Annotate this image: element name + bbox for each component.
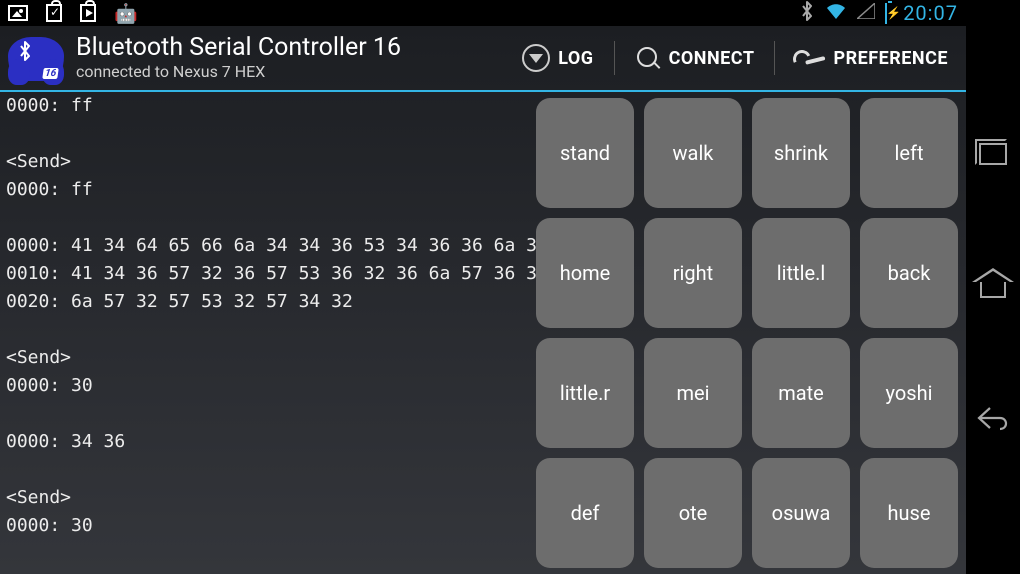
pad-button-yoshi[interactable]: yoshi	[860, 338, 958, 448]
pad-button-ote[interactable]: ote	[644, 458, 742, 568]
connect-action[interactable]: CONNECT	[629, 45, 761, 71]
preference-action[interactable]: PREFERENCE	[789, 48, 954, 69]
battery-charging-icon: ⚡	[885, 4, 887, 23]
button-pad: standwalkshrinkleft homerightlittle.lback…	[536, 92, 966, 574]
pad-button-little-l[interactable]: little.l	[752, 218, 850, 328]
log-output[interactable]: 0000: ff <Send> 0000: ff 0000: 41 34 64 …	[0, 92, 536, 574]
status-bar[interactable]: 🤖 ⚡ 20:07	[0, 0, 966, 26]
bluetooth-status-icon	[799, 1, 815, 25]
android-debug-icon: 🤖	[114, 4, 138, 23]
cell-signal-icon	[857, 3, 875, 23]
recent-apps-button[interactable]	[979, 143, 1007, 165]
wrench-icon	[795, 49, 825, 67]
pad-button-def[interactable]: def	[536, 458, 634, 568]
divider	[614, 41, 615, 75]
play-store-icon	[80, 4, 96, 22]
pad-button-home[interactable]: home	[536, 218, 634, 328]
system-nav-bar	[966, 0, 1020, 574]
store-updates-icon	[46, 4, 62, 22]
dropdown-icon	[522, 44, 550, 72]
pad-button-huse[interactable]: huse	[860, 458, 958, 568]
clock: 20:07	[903, 1, 958, 25]
pad-button-mei[interactable]: mei	[644, 338, 742, 448]
log-label: LOG	[558, 48, 593, 69]
log-action[interactable]: LOG	[516, 44, 599, 72]
app-title: Bluetooth Serial Controller 16	[76, 34, 401, 63]
app-icon[interactable]: 16	[8, 35, 64, 81]
action-bar: 16 Bluetooth Serial Controller 16 connec…	[0, 26, 966, 92]
pad-button-shrink[interactable]: shrink	[752, 98, 850, 208]
search-icon	[635, 45, 661, 71]
home-button[interactable]	[972, 270, 1014, 300]
pad-button-osuwa[interactable]: osuwa	[752, 458, 850, 568]
pad-button-back[interactable]: back	[860, 218, 958, 328]
pad-button-stand[interactable]: stand	[536, 98, 634, 208]
pad-button-left[interactable]: left	[860, 98, 958, 208]
gallery-notification-icon	[8, 5, 28, 21]
preference-label: PREFERENCE	[833, 48, 948, 69]
pad-button-right[interactable]: right	[644, 218, 742, 328]
wifi-icon	[825, 2, 847, 24]
pad-button-walk[interactable]: walk	[644, 98, 742, 208]
app-subtitle: connected to Nexus 7 HEX	[76, 63, 401, 81]
back-button[interactable]	[976, 405, 1010, 431]
connect-label: CONNECT	[669, 48, 755, 69]
pad-button-mate[interactable]: mate	[752, 338, 850, 448]
pad-button-little-r[interactable]: little.r	[536, 338, 634, 448]
divider	[774, 41, 775, 75]
